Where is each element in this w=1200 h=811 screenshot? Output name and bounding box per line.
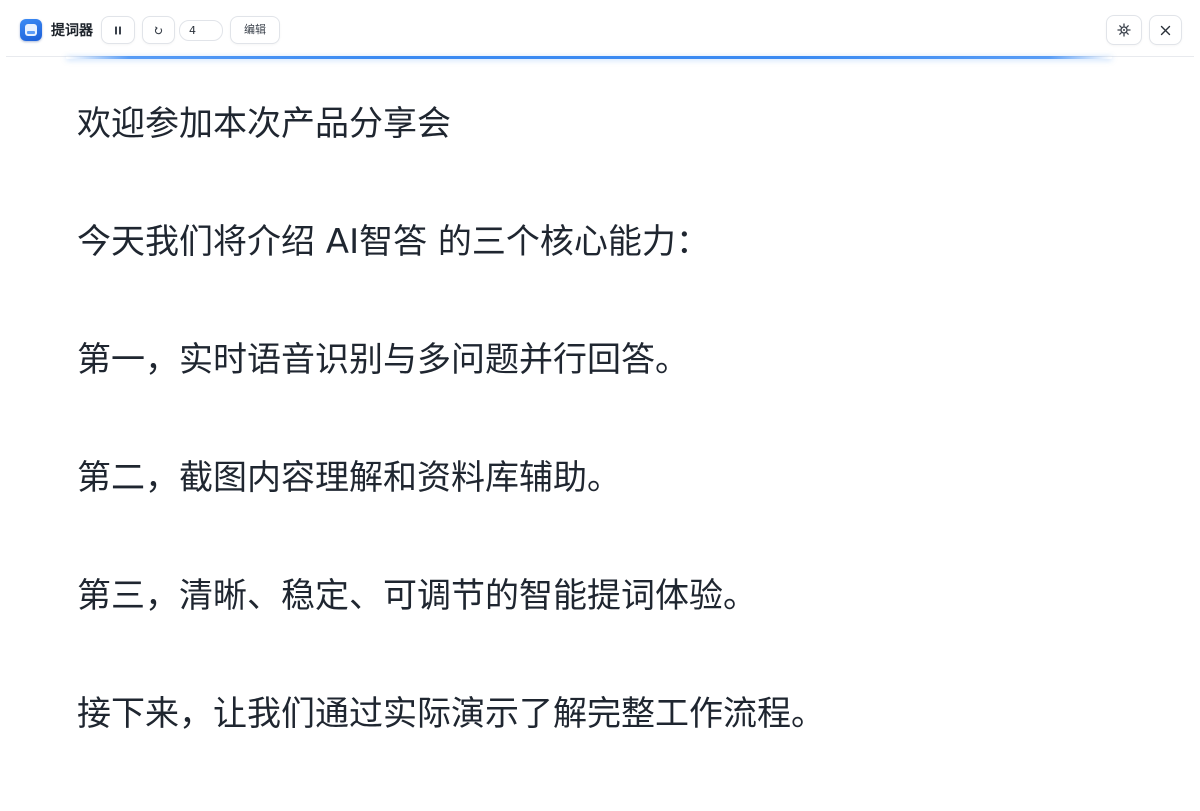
close-icon bbox=[1150, 16, 1181, 44]
script-line: 今天我们将介绍 AI智答 的三个核心能力： bbox=[77, 222, 710, 262]
pause-icon bbox=[102, 17, 134, 43]
settings-button[interactable] bbox=[1106, 15, 1142, 45]
app-title: 提词器 bbox=[51, 23, 93, 39]
pause-button[interactable] bbox=[101, 16, 135, 44]
script-line: 第三，清晰、稳定、可调节的智能提词体验。 bbox=[77, 576, 757, 616]
script-line: 接下来，让我们通过实际演示了解完整工作流程。 bbox=[77, 694, 825, 734]
close-button[interactable] bbox=[1149, 15, 1182, 45]
progress-indicator bbox=[66, 56, 1112, 59]
gear-icon bbox=[1107, 16, 1141, 44]
teleprompter-script[interactable]: 欢迎参加本次产品分享会 今天我们将介绍 AI智答 的三个核心能力： 第一，实时语… bbox=[77, 103, 1137, 811]
script-line: 欢迎参加本次产品分享会 bbox=[77, 104, 451, 144]
app-logo-icon bbox=[20, 19, 42, 41]
restart-button[interactable] bbox=[142, 16, 175, 44]
script-line: 第一，实时语音识别与多问题并行回答。 bbox=[77, 340, 689, 380]
script-line: 第二，截图内容理解和资料库辅助。 bbox=[77, 458, 621, 498]
toolbar: 提词器 编辑 bbox=[6, 0, 1194, 57]
edit-button[interactable]: 编辑 bbox=[230, 16, 280, 44]
restart-icon bbox=[143, 17, 174, 43]
scroll-speed-input[interactable] bbox=[179, 20, 223, 41]
